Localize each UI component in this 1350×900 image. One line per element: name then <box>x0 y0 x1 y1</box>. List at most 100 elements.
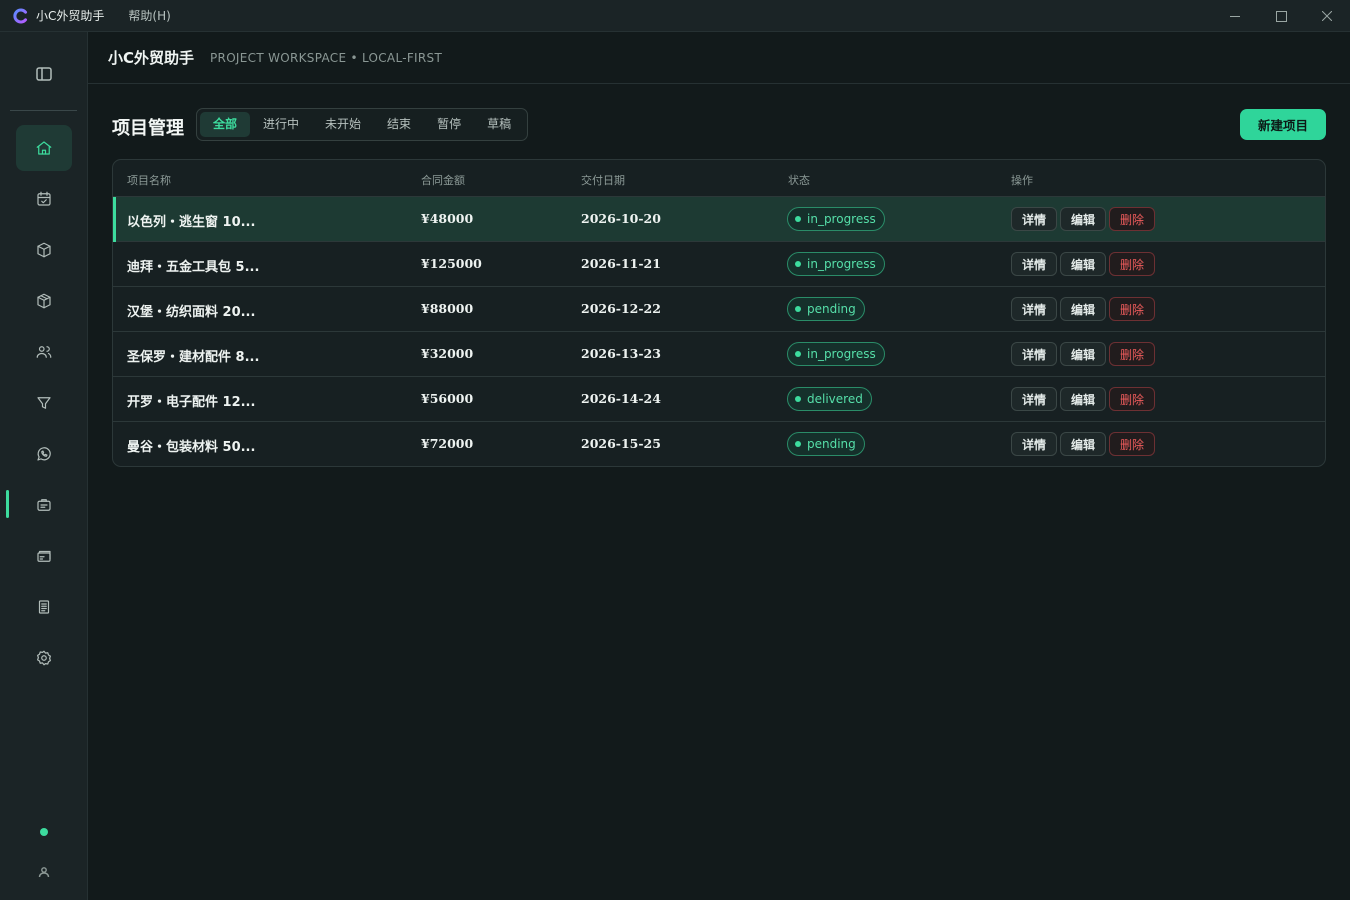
column-header-name[interactable]: 项目名称 <box>127 172 171 188</box>
status-badge: in_progress <box>787 252 885 276</box>
contract-amount: ¥32000 <box>421 346 474 361</box>
project-name[interactable]: 开罗・电子配件 12... <box>127 391 255 410</box>
detail-button[interactable]: 详情 <box>1011 342 1057 366</box>
tab-paused[interactable]: 暂停 <box>424 112 474 137</box>
window-controls <box>1212 0 1350 32</box>
status-badge: pending <box>787 297 865 321</box>
nav-settings[interactable] <box>16 635 72 681</box>
table-row[interactable]: 汉堡・纺织面料 20... ¥88000 2026-12-22 pending 详情 编辑… <box>113 287 1325 332</box>
edit-button[interactable]: 编辑 <box>1060 297 1106 321</box>
delete-button[interactable]: 删除 <box>1109 387 1155 411</box>
tab-all[interactable]: 全部 <box>200 112 251 137</box>
home-icon <box>36 141 52 155</box>
calendar-check-icon <box>37 191 51 206</box>
sidebar-toggle-button[interactable] <box>34 64 54 84</box>
app-logo-icon <box>13 8 27 23</box>
cards-icon <box>37 550 51 562</box>
status-badge: in_progress <box>787 207 885 231</box>
edit-button[interactable]: 编辑 <box>1060 432 1106 456</box>
table-row[interactable]: 曼谷・包装材料 50... ¥72000 2026-15-25 pending 详情 编辑… <box>113 422 1325 466</box>
maximize-button[interactable] <box>1258 0 1304 32</box>
status-badge: in_progress <box>787 342 885 366</box>
header-subtitle: PROJECT WORKSPACE • LOCAL-FIRST <box>210 50 443 65</box>
delivery-date: 2026-13-23 <box>581 346 661 361</box>
sidebar-divider <box>10 110 77 111</box>
edit-button[interactable]: 编辑 <box>1060 342 1106 366</box>
table-header: 项目名称 合同金额 交付日期 状态 操作 <box>113 160 1325 197</box>
new-project-button[interactable]: 新建项目 <box>1240 109 1326 140</box>
nav-projects[interactable] <box>16 482 72 528</box>
project-name[interactable]: 汉堡・纺织面料 20... <box>127 301 255 320</box>
edit-button[interactable]: 编辑 <box>1060 252 1106 276</box>
header-title: 小C外贸助手 <box>108 49 195 67</box>
menu-help[interactable]: 帮助(H) <box>128 7 170 24</box>
box-icon <box>37 242 51 258</box>
contract-amount: ¥125000 <box>421 256 482 271</box>
maximize-icon <box>1275 10 1287 22</box>
column-header-amount[interactable]: 合同金额 <box>421 172 465 188</box>
nav-inventory[interactable] <box>16 278 72 324</box>
delete-button[interactable]: 删除 <box>1109 252 1155 276</box>
table-row[interactable]: 迪拜・五金工具包 5... ¥125000 2026-11-21 in_progres… <box>113 242 1325 287</box>
close-icon <box>1322 11 1332 21</box>
tab-in-progress[interactable]: 进行中 <box>250 112 312 137</box>
delete-button[interactable]: 删除 <box>1109 207 1155 231</box>
nav-calendar[interactable] <box>16 176 72 222</box>
nav-products[interactable] <box>16 227 72 273</box>
minimize-icon <box>1230 16 1240 17</box>
status-label: delivered <box>807 392 863 406</box>
nav-funnel[interactable] <box>16 380 72 426</box>
user-account-button[interactable] <box>38 863 50 878</box>
status-label: pending <box>807 437 856 451</box>
delete-button[interactable]: 删除 <box>1109 297 1155 321</box>
delivery-date: 2026-11-21 <box>581 256 661 271</box>
column-header-date[interactable]: 交付日期 <box>581 172 625 188</box>
close-button[interactable] <box>1304 0 1350 32</box>
status-dot-icon <box>795 306 801 312</box>
delivery-date: 2026-14-24 <box>581 391 661 406</box>
nav-documents[interactable] <box>16 584 72 630</box>
delivery-date: 2026-15-25 <box>581 436 661 451</box>
project-name[interactable]: 曼谷・包装材料 50... <box>127 436 255 455</box>
table-row[interactable]: 以色列・逃生窗 10... ¥48000 2026-10-20 in_progress… <box>113 197 1325 242</box>
detail-button[interactable]: 详情 <box>1011 207 1057 231</box>
workspace-header: 小C外贸助手 PROJECT WORKSPACE • LOCAL-FIRST <box>88 32 1350 84</box>
nav-home[interactable] <box>16 125 72 171</box>
delete-button[interactable]: 删除 <box>1109 432 1155 456</box>
table-row[interactable]: 开罗・电子配件 12... ¥56000 2026-14-24 delivered 详情… <box>113 377 1325 422</box>
detail-button[interactable]: 详情 <box>1011 252 1057 276</box>
status-label: pending <box>807 302 856 316</box>
status-label: in_progress <box>807 347 876 361</box>
sidebar-toggle-icon <box>36 67 52 81</box>
document-icon <box>38 600 50 614</box>
nav-payments[interactable] <box>16 533 72 579</box>
table-row[interactable]: 圣保罗・建材配件 8... ¥32000 2026-13-23 in_progress… <box>113 332 1325 377</box>
tab-finished[interactable]: 结束 <box>374 112 424 137</box>
project-name[interactable]: 以色列・逃生窗 10... <box>127 211 255 230</box>
detail-button[interactable]: 详情 <box>1011 297 1057 321</box>
project-name[interactable]: 圣保罗・建材配件 8... <box>127 346 259 365</box>
contract-amount: ¥56000 <box>421 391 474 406</box>
detail-button[interactable]: 详情 <box>1011 432 1057 456</box>
connection-status-dot <box>40 828 48 836</box>
app-title: 小C外贸助手 <box>36 9 105 23</box>
settings-icon <box>37 650 51 666</box>
whatsapp-icon <box>37 447 51 461</box>
contract-amount: ¥88000 <box>421 301 474 316</box>
project-name[interactable]: 迪拜・五金工具包 5... <box>127 256 259 275</box>
status-dot-icon <box>795 396 801 402</box>
status-badge: pending <box>787 432 865 456</box>
edit-button[interactable]: 编辑 <box>1060 207 1106 231</box>
nav-whatsapp[interactable] <box>16 431 72 477</box>
minimize-button[interactable] <box>1212 0 1258 32</box>
nav-customers[interactable] <box>16 329 72 375</box>
status-dot-icon <box>795 261 801 267</box>
tab-not-started[interactable]: 未开始 <box>312 112 374 137</box>
column-header-status[interactable]: 状态 <box>788 172 810 188</box>
projects-table: 项目名称 合同金额 交付日期 状态 操作 以色列・逃生窗 10... ¥48000… <box>112 159 1326 467</box>
edit-button[interactable]: 编辑 <box>1060 387 1106 411</box>
sidebar <box>0 32 88 900</box>
tab-draft[interactable]: 草稿 <box>474 112 524 137</box>
detail-button[interactable]: 详情 <box>1011 387 1057 411</box>
delete-button[interactable]: 删除 <box>1109 342 1155 366</box>
